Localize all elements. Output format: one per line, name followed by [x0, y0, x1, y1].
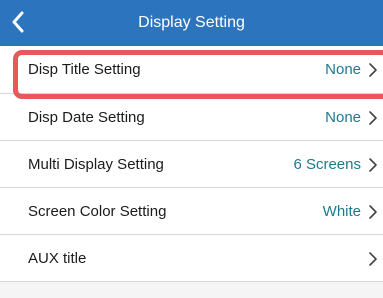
settings-list: Disp Title Setting None Disp Date Settin… — [0, 46, 383, 282]
chevron-right-icon — [369, 252, 377, 266]
setting-label: Screen Color Setting — [28, 203, 167, 220]
page-title: Display Setting — [138, 14, 245, 31]
setting-value: White — [322, 203, 361, 220]
display-setting-screen: Display Setting Disp Title Setting None … — [0, 0, 383, 298]
chevron-right-icon — [369, 205, 377, 219]
setting-label: Disp Date Setting — [28, 109, 145, 126]
chevron-right-icon — [369, 111, 377, 125]
setting-value: None — [325, 109, 361, 126]
setting-label: AUX title — [28, 250, 87, 267]
setting-row-disp-date[interactable]: Disp Date Setting None — [0, 94, 383, 141]
chevron-right-icon — [369, 63, 377, 77]
setting-value: None — [325, 61, 361, 78]
setting-label: Multi Display Setting — [28, 156, 164, 173]
app-header: Display Setting — [0, 0, 383, 46]
chevron-right-icon — [369, 158, 377, 172]
setting-value: 6 Screens — [293, 156, 361, 173]
setting-row-screen-color[interactable]: Screen Color Setting White — [0, 188, 383, 235]
setting-row-disp-title[interactable]: Disp Title Setting None — [0, 46, 383, 94]
setting-row-aux-title[interactable]: AUX title — [0, 235, 383, 282]
setting-row-multi-display[interactable]: Multi Display Setting 6 Screens — [0, 141, 383, 188]
setting-label: Disp Title Setting — [28, 61, 141, 78]
